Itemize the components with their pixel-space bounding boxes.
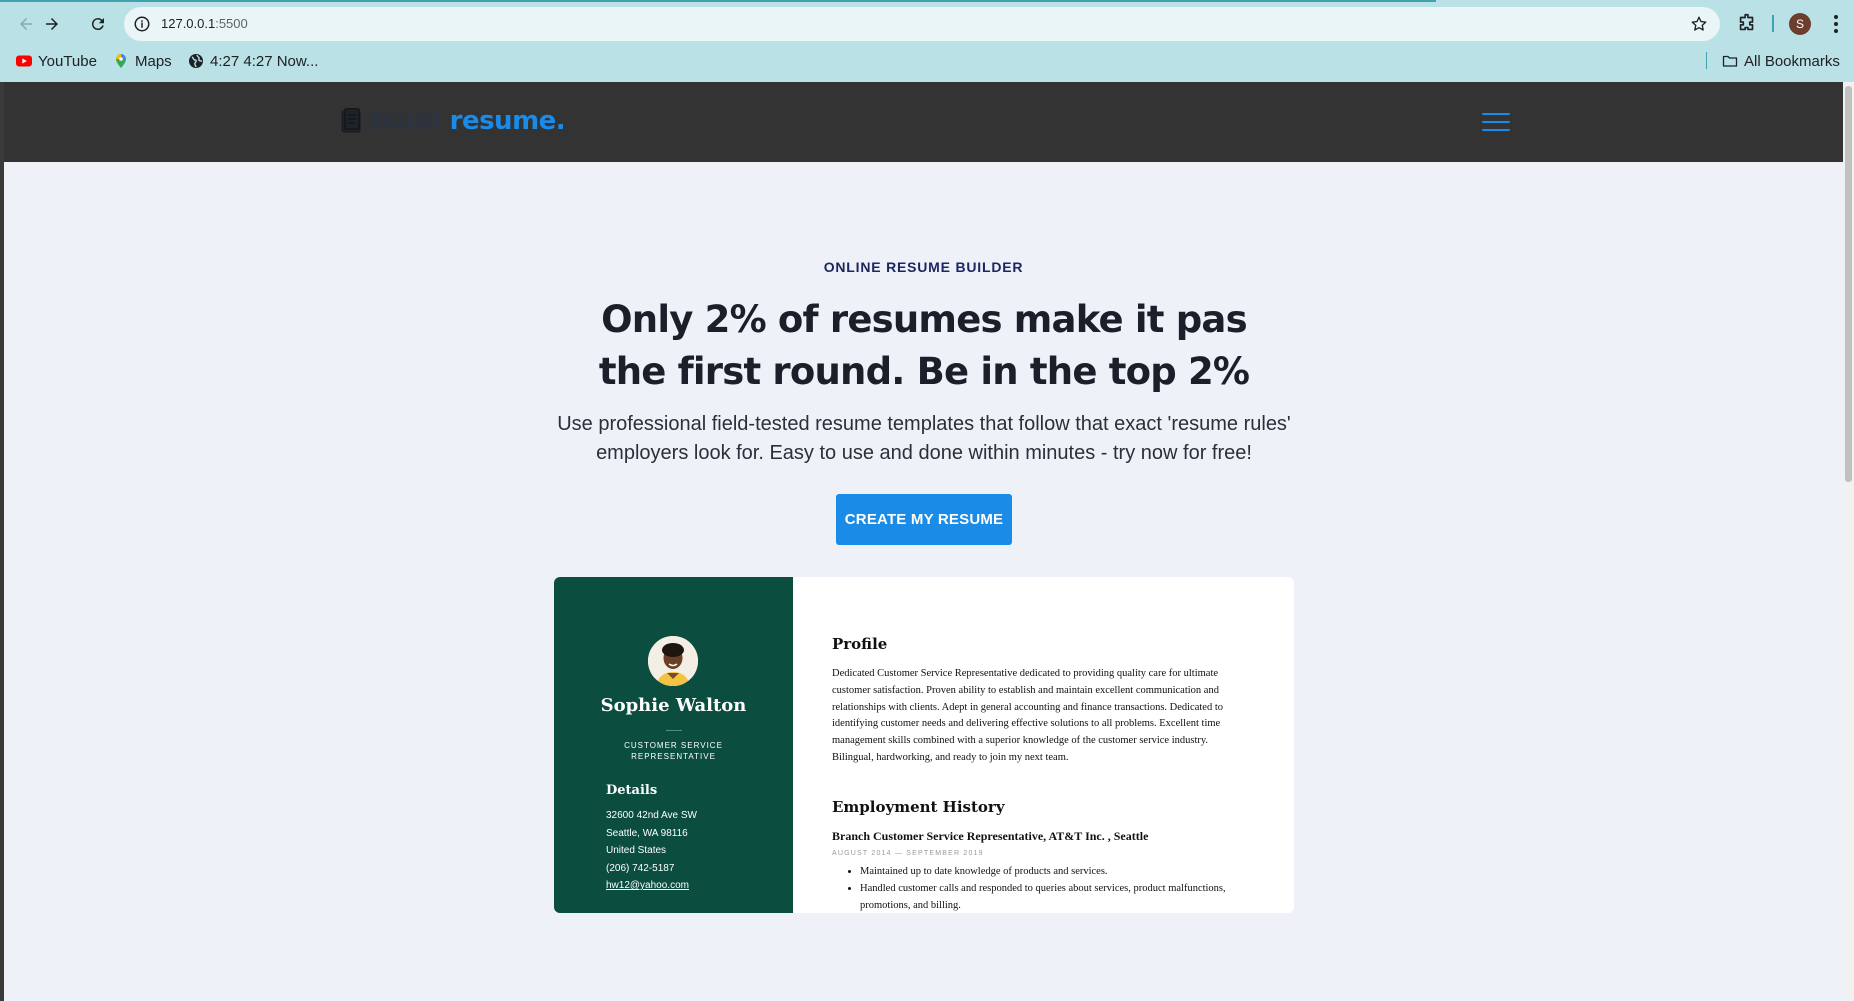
profile-heading: Profile — [832, 635, 888, 653]
address-line2: Seattle, WA 98116 — [606, 827, 688, 839]
bookmark-label: 4:27 4:27 Now... — [210, 52, 319, 70]
document-logo-icon — [341, 108, 361, 133]
bookmarks-divider — [1706, 52, 1707, 69]
tab-strip-edge — [0, 0, 1436, 2]
name-divider — [666, 730, 682, 731]
resume-preview: Sophie Walton CUSTOMER SERVICE REPRESENT… — [554, 577, 1294, 913]
back-arrow-icon — [20, 18, 32, 30]
maps-icon — [116, 54, 126, 68]
url-port: :5500 — [215, 16, 248, 31]
logo-text: build resume. — [370, 106, 566, 136]
person-photo — [648, 636, 698, 686]
employment-heading: Employment History — [832, 798, 1005, 816]
logo-resume: resume. — [449, 106, 566, 136]
resume-name: Sophie Walton — [600, 695, 747, 716]
youtube-icon — [16, 55, 32, 67]
address-bar[interactable]: 127.0.0.1:5500 — [124, 7, 1720, 41]
page-viewport: build resume. ONLINE RESUME BUILDER Only… — [4, 82, 1843, 1001]
hamburger-menu-icon[interactable] — [1482, 113, 1510, 131]
job-bullets: Maintained up to date knowledge of produ… — [848, 864, 1253, 913]
phone: (206) 742-5187 — [606, 862, 675, 874]
scrollbar-thumb[interactable] — [1845, 86, 1852, 482]
page-scrollbar[interactable] — [1843, 82, 1854, 1001]
hero-subtext: Use professional field-tested resume tem… — [557, 413, 1291, 464]
site-logo[interactable]: build resume. — [340, 106, 566, 136]
details-heading: Details — [606, 783, 658, 798]
browser-chrome: 127.0.0.1:5500 S YouTube Maps 4:27 4:27 … — [0, 0, 1854, 82]
reload-button[interactable] — [86, 12, 110, 36]
site-info-icon[interactable] — [133, 15, 151, 33]
create-resume-button[interactable]: CREATE MY RESUME — [836, 494, 1012, 545]
reload-icon — [91, 18, 104, 31]
job-dates: AUGUST 2014 — SEPTEMBER 2019 — [832, 850, 984, 857]
list-item: Handled customer calls and responded to … — [860, 881, 1253, 913]
extensions-puzzle-icon[interactable] — [1736, 12, 1758, 34]
bookmark-youtube[interactable]: YouTube — [16, 50, 97, 72]
all-bookmarks-button[interactable]: All Bookmarks — [1722, 50, 1840, 72]
kebab-menu-icon[interactable] — [1827, 12, 1845, 36]
avatar — [648, 636, 698, 686]
resume-main: Profile Dedicated Customer Service Repre… — [832, 577, 1262, 913]
toolbar-divider — [1772, 15, 1774, 32]
globe-icon — [189, 54, 203, 68]
details-list: 32600 42nd Ave SW Seattle, WA 98116 Unit… — [606, 807, 697, 895]
bookmark-maps[interactable]: Maps — [113, 50, 172, 72]
profile-text: Dedicated Customer Service Representativ… — [832, 668, 1224, 763]
resume-job-title: CUSTOMER SERVICE REPRESENTATIVE — [624, 741, 723, 761]
list-item: Maintained up to date knowledge of produ… — [860, 864, 1253, 881]
hero-eyebrow: ONLINE RESUME BUILDER — [823, 259, 1024, 275]
bookmark-now[interactable]: 4:27 4:27 Now... — [188, 50, 318, 72]
hero-headline: Only 2% of resumes make it pas the first… — [598, 298, 1250, 393]
bookmark-label: Maps — [135, 52, 172, 70]
resume-sidebar: Sophie Walton CUSTOMER SERVICE REPRESENT… — [554, 577, 793, 913]
logo-build: build — [370, 106, 442, 136]
folder-icon — [1722, 55, 1738, 67]
email-link[interactable]: hw12@yahoo.com — [606, 877, 697, 895]
url-host: 127.0.0.1 — [161, 16, 216, 31]
site-header: build resume. — [4, 82, 1843, 162]
job-title-line: Branch Customer Service Representative, … — [832, 829, 1149, 843]
address-line1: 32600 42nd Ave SW — [606, 810, 697, 821]
profile-avatar[interactable]: S — [1789, 13, 1811, 35]
forward-button[interactable] — [40, 12, 64, 36]
country: United States — [606, 845, 667, 857]
forward-arrow-icon — [46, 18, 58, 30]
all-bookmarks-label: All Bookmarks — [1744, 52, 1840, 70]
bookmark-label: YouTube — [38, 52, 97, 70]
back-button[interactable] — [14, 12, 38, 36]
url-text[interactable]: 127.0.0.1:5500 — [161, 7, 248, 41]
bookmark-star-icon[interactable] — [1690, 15, 1708, 33]
